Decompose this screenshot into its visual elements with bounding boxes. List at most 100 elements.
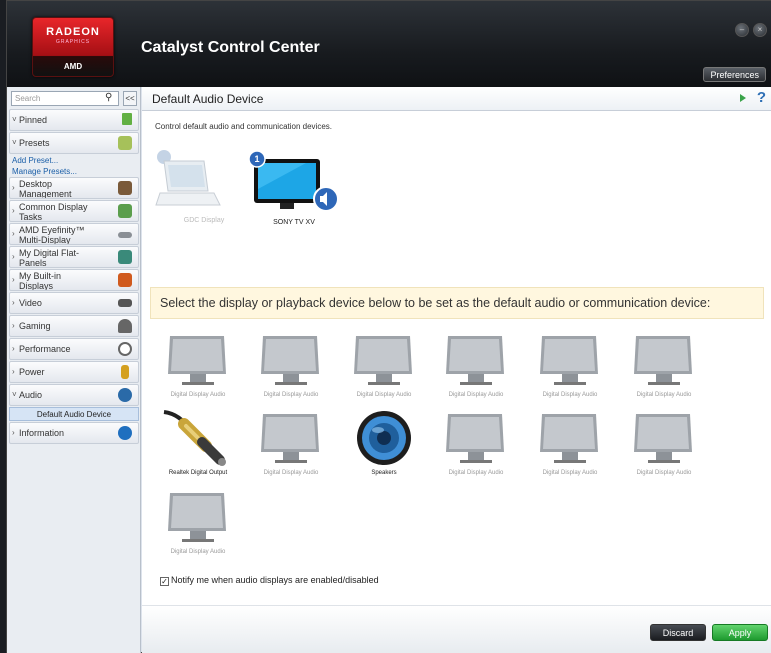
monitor-icon — [634, 414, 692, 463]
device-caption: SONY TV XV — [273, 219, 315, 226]
app-window: RADEON GRAPHICS AMD Catalyst Control Cen… — [6, 0, 771, 653]
device-caption: Digital Display Audio — [170, 392, 226, 398]
close-icon[interactable]: × — [753, 23, 767, 37]
sidebar-item-video[interactable]: › Video — [9, 292, 139, 314]
laptop-icon — [155, 150, 221, 206]
expand-caret-icon: › — [12, 367, 15, 376]
device-caption: Digital Display Audio — [448, 470, 504, 476]
sidebar-item-label: Performance — [19, 344, 71, 354]
collapse-sidebar-button[interactable]: << — [123, 91, 137, 106]
sidebar-item-gaming[interactable]: › Gaming — [9, 315, 139, 337]
logo-line2: GRAPHICS — [55, 39, 91, 45]
presets-icon — [118, 136, 132, 150]
device-caption: Speakers — [371, 470, 397, 476]
discard-button[interactable]: Discard — [650, 624, 706, 641]
device-tile[interactable]: Realtek Digital Output — [162, 408, 234, 486]
search-icon[interactable]: ⚲ — [105, 92, 112, 103]
speaker-icon — [118, 388, 132, 402]
display-tasks-icon — [118, 204, 132, 218]
current-device-sony-tv[interactable]: 1 SONY TV XV — [246, 149, 342, 229]
sidebar-item-digital-flat-panels[interactable]: › My Digital Flat- Panels — [9, 246, 139, 268]
gauge-icon — [118, 342, 132, 356]
expand-caret-icon: › — [12, 275, 15, 284]
monitor-icon — [634, 336, 692, 385]
selection-prompt: Select the display or playback device be… — [150, 287, 764, 319]
sidebar-item-information[interactable]: › Information — [9, 422, 139, 444]
add-preset-link[interactable]: Add Preset... — [9, 155, 139, 166]
page-description: Control default audio and communication … — [155, 122, 332, 131]
monitor-icon — [261, 414, 319, 463]
sidebar-item-eyefinity[interactable]: › AMD Eyefinity™ Multi-Display — [9, 223, 139, 245]
sidebar-item-presets[interactable]: ˅ Presets — [9, 132, 139, 154]
expand-caret-icon: › — [12, 183, 15, 192]
expand-caret-icon: › — [12, 428, 15, 437]
notify-checkbox-row[interactable]: ✓ Notify me when audio displays are enabl… — [160, 575, 379, 586]
battery-icon — [121, 365, 129, 379]
device-caption: Digital Display Audio — [448, 392, 504, 398]
expand-caret-icon: ˅ — [12, 390, 17, 399]
video-icon — [118, 299, 132, 307]
device-tile[interactable]: Digital Display Audio — [628, 330, 700, 408]
gaming-icon — [118, 319, 132, 333]
sidebar-item-common-display-tasks[interactable]: › Common Display Tasks — [9, 200, 139, 222]
apply-button[interactable]: Apply — [712, 624, 768, 641]
search-input[interactable]: Search — [11, 91, 119, 106]
main-panel: Default Audio Device ? Control default a… — [142, 87, 771, 653]
device-caption: Digital Display Audio — [542, 470, 598, 476]
manage-presets-link[interactable]: Manage Presets... — [9, 166, 139, 177]
radeon-logo: RADEON GRAPHICS AMD — [32, 17, 114, 77]
device-tile[interactable]: Digital Display Audio — [348, 330, 420, 408]
desktop-management-icon — [118, 181, 132, 195]
expand-caret-icon: › — [12, 321, 15, 330]
device-tile[interactable]: Digital Display Audio — [162, 330, 234, 408]
sidebar-item-performance[interactable]: › Performance — [9, 338, 139, 360]
expand-caret-icon: › — [12, 344, 15, 353]
sidebar-item-label: Presets — [19, 138, 50, 148]
device-caption: Digital Display Audio — [542, 392, 598, 398]
device-tile[interactable]: Digital Display Audio — [534, 408, 606, 486]
device-tile[interactable]: Digital Display Audio — [628, 408, 700, 486]
sidebar-item-label: Power — [19, 367, 45, 377]
device-tile[interactable]: Digital Display Audio — [162, 487, 234, 565]
monitor-icon — [446, 336, 504, 385]
sidebar-item-label: Audio — [19, 390, 43, 400]
flat-panel-icon — [118, 250, 132, 264]
device-tile[interactable]: Digital Display Audio — [255, 408, 327, 486]
monitor-icon — [168, 493, 226, 542]
expand-caret-icon: › — [12, 252, 15, 261]
tv-monitor-icon: 1 — [248, 150, 339, 212]
sidebar-item-audio[interactable]: ˅ Audio — [9, 384, 139, 406]
optical-cable-icon — [163, 410, 226, 466]
device-tile[interactable]: Digital Display Audio — [534, 330, 606, 408]
sidebar-item-desktop-management[interactable]: › Desktop Management — [9, 177, 139, 199]
current-device-gdc[interactable]: GDC Display — [154, 149, 224, 229]
expand-caret-icon: ˅ — [12, 115, 17, 124]
sidebar-subitem-default-audio-device[interactable]: Default Audio Device — [9, 407, 139, 421]
app-header: RADEON GRAPHICS AMD Catalyst Control Cen… — [7, 1, 771, 87]
app-title: Catalyst Control Center — [141, 39, 320, 56]
sidebar-item-power[interactable]: › Power — [9, 361, 139, 383]
device-tile[interactable]: Digital Display Audio — [255, 330, 327, 408]
minimize-icon[interactable]: – — [735, 23, 749, 37]
notify-checkbox[interactable]: ✓ — [160, 577, 169, 586]
device-tile[interactable]: Digital Display Audio — [440, 330, 512, 408]
expand-caret-icon: ˅ — [12, 138, 17, 147]
monitor-icon — [446, 414, 504, 463]
expand-caret-icon: › — [12, 229, 15, 238]
device-caption: Digital Display Audio — [170, 549, 226, 555]
monitor-icon — [354, 336, 412, 385]
pin-page-icon[interactable] — [734, 93, 746, 103]
sidebar-item-pinned[interactable]: ˅ Pinned — [9, 109, 139, 131]
sidebar-nav: ˅ Pinned ˅ Presets Add Preset... Manage … — [9, 109, 139, 445]
device-caption: Digital Display Audio — [636, 392, 692, 398]
sidebar-item-built-in-displays[interactable]: › My Built-in Displays — [9, 269, 139, 291]
monitor-icon — [540, 414, 598, 463]
default-badge: 1 — [254, 154, 259, 164]
help-icon[interactable]: ? — [757, 89, 766, 106]
sidebar-item-label: Video — [19, 298, 42, 308]
device-tile[interactable]: Speakers — [348, 408, 420, 486]
info-icon — [118, 426, 132, 440]
device-caption: Digital Display Audio — [263, 392, 319, 398]
device-tile[interactable]: Digital Display Audio — [440, 408, 512, 486]
preferences-button[interactable]: Preferences — [703, 67, 766, 82]
